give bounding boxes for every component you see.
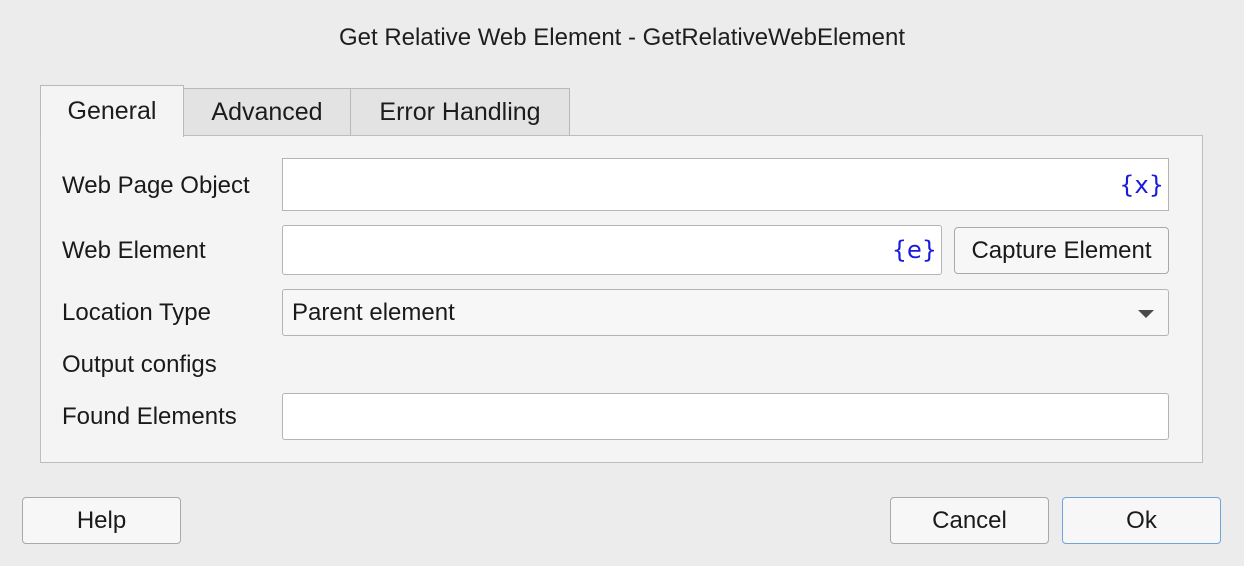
tab-advanced-label: Advanced xyxy=(211,97,323,126)
location-type-label: Location Type xyxy=(62,299,212,326)
tab-advanced[interactable]: Advanced xyxy=(183,88,351,135)
help-button[interactable]: Help xyxy=(22,497,181,544)
variable-icon[interactable]: {x} xyxy=(1119,171,1164,199)
web-page-object-label: Web Page Object xyxy=(62,172,250,199)
ok-button[interactable]: Ok xyxy=(1062,497,1221,544)
cancel-button[interactable]: Cancel xyxy=(890,497,1049,544)
tab-error-handling[interactable]: Error Handling xyxy=(350,88,570,135)
found-elements-label: Found Elements xyxy=(62,403,237,430)
web-page-object-input[interactable]: {x} xyxy=(282,158,1169,211)
element-variable-icon[interactable]: {e} xyxy=(892,236,937,264)
location-type-value: Parent element xyxy=(292,298,455,326)
capture-element-button[interactable]: Capture Element xyxy=(954,227,1169,274)
location-type-select[interactable]: Parent element xyxy=(282,289,1169,336)
found-elements-input[interactable] xyxy=(282,393,1169,440)
tab-error-handling-label: Error Handling xyxy=(379,97,541,126)
tab-general[interactable]: General xyxy=(40,85,184,137)
chevron-down-icon xyxy=(1138,310,1154,318)
web-element-label: Web Element xyxy=(62,237,206,264)
tab-general-label: General xyxy=(67,97,157,125)
dialog-title: Get Relative Web Element - GetRelativeWe… xyxy=(338,24,906,51)
web-element-input[interactable]: {e} xyxy=(282,225,942,275)
dialog-window: Get Relative Web Element - GetRelativeWe… xyxy=(0,0,1244,566)
output-configs-heading: Output configs xyxy=(62,351,217,378)
